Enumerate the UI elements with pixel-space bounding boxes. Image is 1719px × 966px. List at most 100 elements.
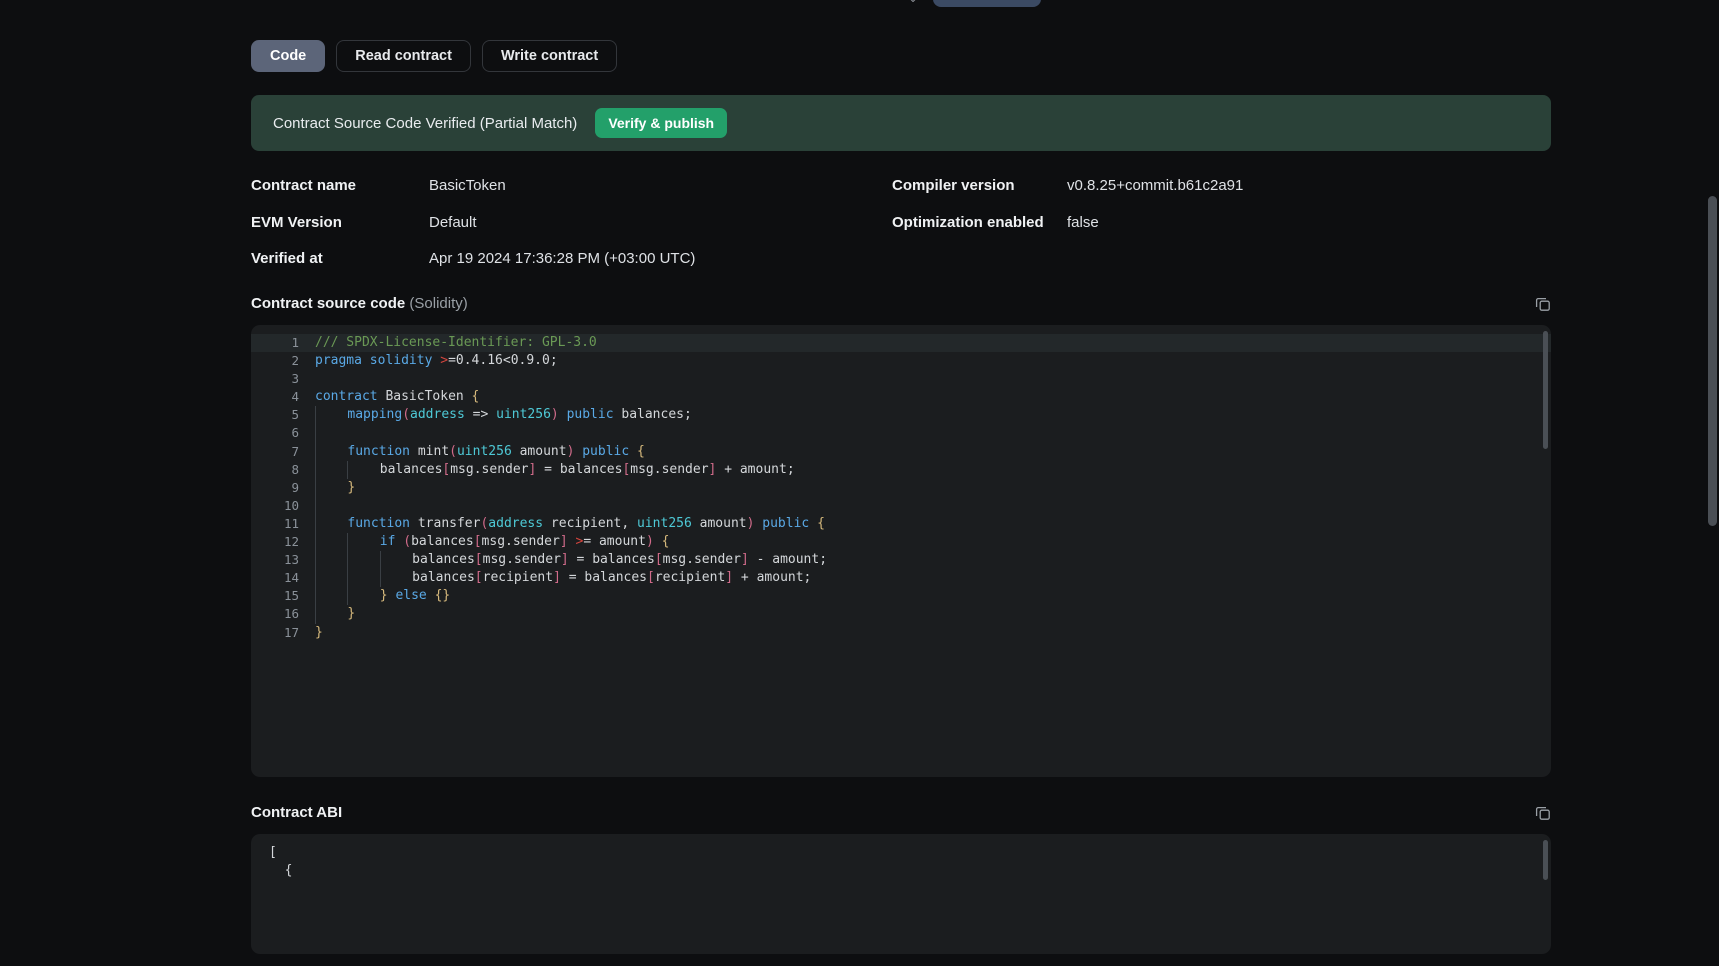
copy-icon[interactable] [1535, 296, 1551, 312]
code-token: ] [560, 552, 569, 568]
code-line-text: contract BasicToken { [315, 388, 1551, 406]
source-code-title-text: Contract source code [251, 295, 406, 312]
left-rail-spacer [0, 0, 208, 966]
code-token: recipient [482, 570, 554, 586]
contract-name-value: BasicToken [429, 177, 506, 194]
line-number: 3 [291, 371, 299, 387]
tab-write-contract[interactable]: Write contract [481, 40, 618, 72]
abi-scrollbar[interactable] [1543, 840, 1548, 880]
source-code-block[interactable]: 1 /// SPDX-License-Identifier: GPL-3.0 2 pr… [251, 325, 1551, 777]
optimization-enabled-label: Optimization enabled [892, 213, 1044, 231]
code-token: function [347, 515, 411, 531]
code-line: 12 if (balances[msg.sender] >= amount) { [251, 533, 1551, 552]
page-scrollbar[interactable] [1708, 0, 1717, 966]
indent-guide [315, 605, 347, 624]
code-line-text: pragma solidity >=0.4.16<0.9.0; [315, 352, 1551, 370]
code-line-text: } [315, 478, 1551, 497]
code-token: = balances [536, 461, 623, 477]
code-token: else [395, 588, 427, 604]
code-token: ( [449, 443, 457, 459]
code-token: balances [411, 534, 474, 550]
code-token: + amount; [733, 570, 812, 586]
code-line-text: mapping(address => uint256) public balan… [315, 406, 1551, 425]
code-scrollbar[interactable] [1543, 331, 1548, 449]
code-line: 4 contract BasicToken { [251, 388, 1551, 406]
code-line: 7 function mint(uint256 amount) public { [251, 442, 1551, 461]
code-token: msg.sender [630, 461, 709, 477]
code-token: [ [654, 552, 663, 568]
code-token: ] [559, 534, 568, 550]
contract-verification-page: ⌄ Code Read contract Write contract Cont… [0, 0, 1719, 966]
code-token: public [762, 515, 810, 531]
code-token: ( [402, 407, 411, 423]
code-line-text: balances[msg.sender] = balances[msg.send… [315, 551, 1551, 570]
indent-guide [379, 569, 412, 588]
top-partial-strip: ⌄ [251, 0, 1551, 28]
indent-guide [315, 406, 347, 425]
line-number: 17 [283, 624, 299, 640]
metadata-row-verified-at: Verified at Apr 19 2024 17:36:28 PM (+03… [251, 250, 891, 287]
code-token: if [379, 534, 396, 550]
abi-title: Contract ABI [251, 804, 343, 821]
code-line-text: function transfer(address recipient, uin… [315, 514, 1551, 534]
code-token: { [661, 534, 670, 550]
line-number: 15 [283, 588, 299, 604]
indent-guide [315, 514, 347, 534]
code-token: uint256 [456, 443, 512, 459]
code-token: address [488, 515, 544, 531]
code-line: 15} else {} [251, 587, 1551, 606]
code-token: [ [647, 570, 655, 586]
tab-read-contract[interactable]: Read contract [336, 40, 471, 72]
top-action-pill[interactable] [933, 0, 1041, 7]
tab-code[interactable]: Code [251, 40, 326, 72]
code-line: 5 mapping(address => uint256) public bala… [251, 406, 1551, 425]
verify-and-publish-button[interactable]: Verify & publish [595, 108, 728, 138]
code-token: recipient, [543, 515, 638, 531]
code-line: 17} [251, 624, 1551, 642]
line-number: 5 [291, 407, 299, 423]
code-token: + amount; [716, 461, 795, 477]
code-line: 9} [251, 478, 1551, 497]
code-line: 6 [251, 424, 1551, 443]
code-token: msg.sender [662, 552, 741, 568]
code-token: msg.sender [450, 461, 529, 477]
code-line: 11 function transfer(address recipient, u… [251, 514, 1551, 534]
metadata-row-evm-version: EVM Version Default [251, 214, 891, 251]
code-token: ] [553, 570, 561, 586]
abi-code-content: [ { [269, 845, 293, 879]
metadata-row-compiler-version: Compiler version v0.8.25+commit.b61c2a91 [892, 177, 1532, 214]
code-line-text: } [315, 605, 1551, 624]
code-token: solidity [369, 353, 433, 369]
page-scrollbar-thumb[interactable] [1708, 196, 1717, 526]
code-token: => [464, 407, 497, 423]
code-token: [ [474, 570, 483, 586]
code-line-text [315, 496, 1551, 515]
abi-code-block[interactable]: [ { [251, 834, 1551, 954]
code-token: = balances [560, 570, 647, 586]
code-line-text [315, 424, 1551, 443]
code-token: } [347, 606, 356, 622]
code-token: { [637, 443, 645, 459]
code-token: =0.4.16<0.9.0; [448, 353, 558, 369]
indent-guide [347, 569, 379, 588]
main-content: ⌄ Code Read contract Write contract Cont… [208, 0, 1719, 966]
indent-guide [315, 551, 347, 570]
source-code-title: Contract source code (Solidity) [251, 295, 468, 312]
verified-at-label: Verified at [251, 250, 323, 267]
source-code-language-label: (Solidity) [409, 295, 468, 312]
code-token: contract [315, 389, 378, 405]
line-number: 14 [283, 570, 299, 586]
code-token: ) [550, 407, 559, 423]
code-token: public [566, 407, 614, 423]
indent-guide [347, 533, 379, 552]
line-number: 8 [291, 461, 299, 477]
metadata-row-contract-name: Contract name BasicToken [251, 177, 891, 214]
optimization-enabled-value: false [1067, 213, 1099, 231]
code-token: recipient [654, 570, 726, 586]
compiler-version-value: v0.8.25+commit.b61c2a91 [1067, 177, 1244, 194]
copy-icon[interactable] [1535, 805, 1551, 821]
code-token: - amount; [748, 552, 828, 568]
line-number: 7 [291, 443, 299, 459]
